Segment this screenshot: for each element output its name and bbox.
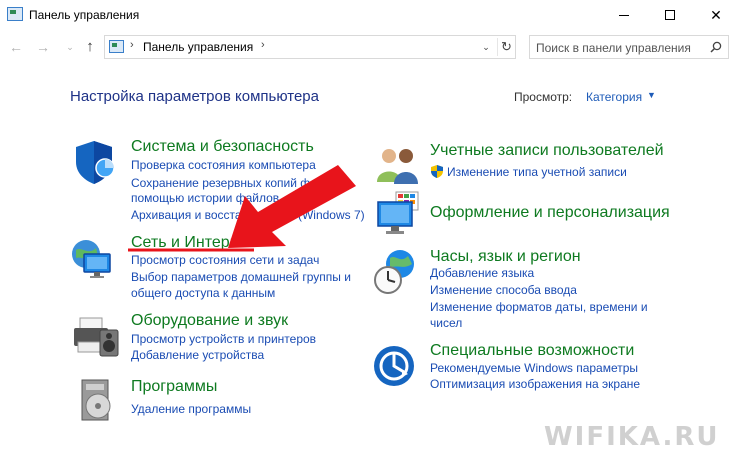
up-arrow-icon[interactable]: ↑ (81, 37, 99, 57)
back-arrow-icon[interactable]: ← (7, 37, 25, 57)
link-sharing-data[interactable]: общего доступа к данным (131, 286, 275, 300)
watermark: WIFIKA.RU (544, 422, 720, 452)
category-title-accessibility[interactable]: Специальные возможности (430, 342, 634, 360)
printer-icon[interactable] (72, 312, 120, 360)
link-backup-restore-win7[interactable]: Архивация и восстановление (Windows 7) (131, 208, 365, 222)
link-windows-recommended-settings[interactable]: Рекомендуемые Windows параметры (430, 361, 638, 375)
view-by-label: Просмотр: (514, 90, 573, 104)
close-button[interactable]: ✕ (693, 0, 739, 30)
minimize-icon (619, 14, 629, 16)
address-dropdown-icon[interactable]: ⌄ (478, 39, 494, 55)
clock-globe-icon[interactable] (372, 248, 420, 296)
search-input[interactable]: Поиск в панели управления (536, 41, 691, 55)
category-title-user-accounts[interactable]: Учетные записи пользователей (430, 142, 664, 160)
search-box[interactable]: Поиск в панели управления (529, 35, 729, 59)
control-panel-address-icon (109, 40, 124, 53)
category-title-clock-language-region[interactable]: Часы, язык и регион (430, 248, 581, 266)
link-devices-printers[interactable]: Просмотр устройств и принтеров (131, 332, 316, 346)
category-title-appearance[interactable]: Оформление и персонализация (430, 204, 670, 222)
forward-arrow-icon[interactable]: → (34, 37, 52, 57)
link-backup-copies[interactable]: Сохранение резервных копий файлов (131, 176, 344, 190)
navigation-bar: ← → ⌄ ↑ › Панель управления › ⌄ ↻ Поиск … (0, 32, 739, 62)
category-title-programs[interactable]: Программы (131, 378, 217, 396)
link-change-input-method[interactable]: Изменение способа ввода (430, 283, 577, 297)
search-icon[interactable] (710, 41, 722, 53)
uac-shield-icon (431, 165, 443, 178)
title-bar: Панель управления ✕ (0, 0, 739, 30)
recent-locations-chevron-icon[interactable]: ⌄ (61, 37, 79, 57)
view-by-caret-icon[interactable]: ▼ (647, 90, 656, 100)
refresh-icon[interactable]: ↻ (497, 38, 515, 56)
breadcrumb-separator-icon[interactable]: › (130, 39, 134, 51)
users-icon[interactable] (374, 142, 422, 190)
link-optimize-display[interactable]: Оптимизация изображения на экране (430, 377, 640, 391)
link-numbers-format[interactable]: чисел (430, 316, 462, 330)
network-icon[interactable] (70, 236, 118, 284)
accessibility-icon[interactable] (372, 342, 420, 390)
address-bar[interactable]: › Панель управления › ⌄ ↻ (104, 35, 516, 59)
control-panel-app-icon (7, 7, 23, 21)
link-homegroup-options[interactable]: Выбор параметров домашней группы и (131, 270, 351, 284)
page-title: Настройка параметров компьютера (70, 88, 319, 105)
category-title-system-security[interactable]: Система и безопасность (131, 138, 314, 156)
breadcrumb-control-panel[interactable]: Панель управления (143, 40, 253, 54)
appearance-icon[interactable] (374, 190, 422, 238)
window-title: Панель управления (29, 8, 140, 22)
programs-icon[interactable] (76, 378, 124, 426)
link-add-language[interactable]: Добавление языка (430, 266, 534, 280)
link-change-date-time-format[interactable]: Изменение форматов даты, времени и (430, 300, 648, 314)
maximize-button[interactable] (647, 0, 693, 30)
link-change-account-type[interactable]: Изменение типа учетной записи (447, 165, 627, 179)
shield-icon[interactable] (72, 138, 120, 186)
maximize-icon (665, 10, 675, 20)
link-network-status-tasks[interactable]: Просмотр состояния сети и задач (131, 253, 319, 267)
link-check-computer-status[interactable]: Проверка состояния компьютера (131, 158, 316, 172)
breadcrumb-separator-icon[interactable]: › (261, 39, 265, 51)
category-title-hardware-sound[interactable]: Оборудование и звук (131, 312, 288, 330)
category-title-network-internet[interactable]: Сеть и Интернет (131, 234, 254, 252)
link-uninstall-program[interactable]: Удаление программы (131, 402, 251, 416)
view-by-dropdown[interactable]: Категория (586, 90, 642, 104)
link-add-device[interactable]: Добавление устройства (131, 348, 264, 362)
minimize-button[interactable] (601, 0, 647, 30)
link-file-history[interactable]: помощью истории файлов (131, 191, 279, 205)
